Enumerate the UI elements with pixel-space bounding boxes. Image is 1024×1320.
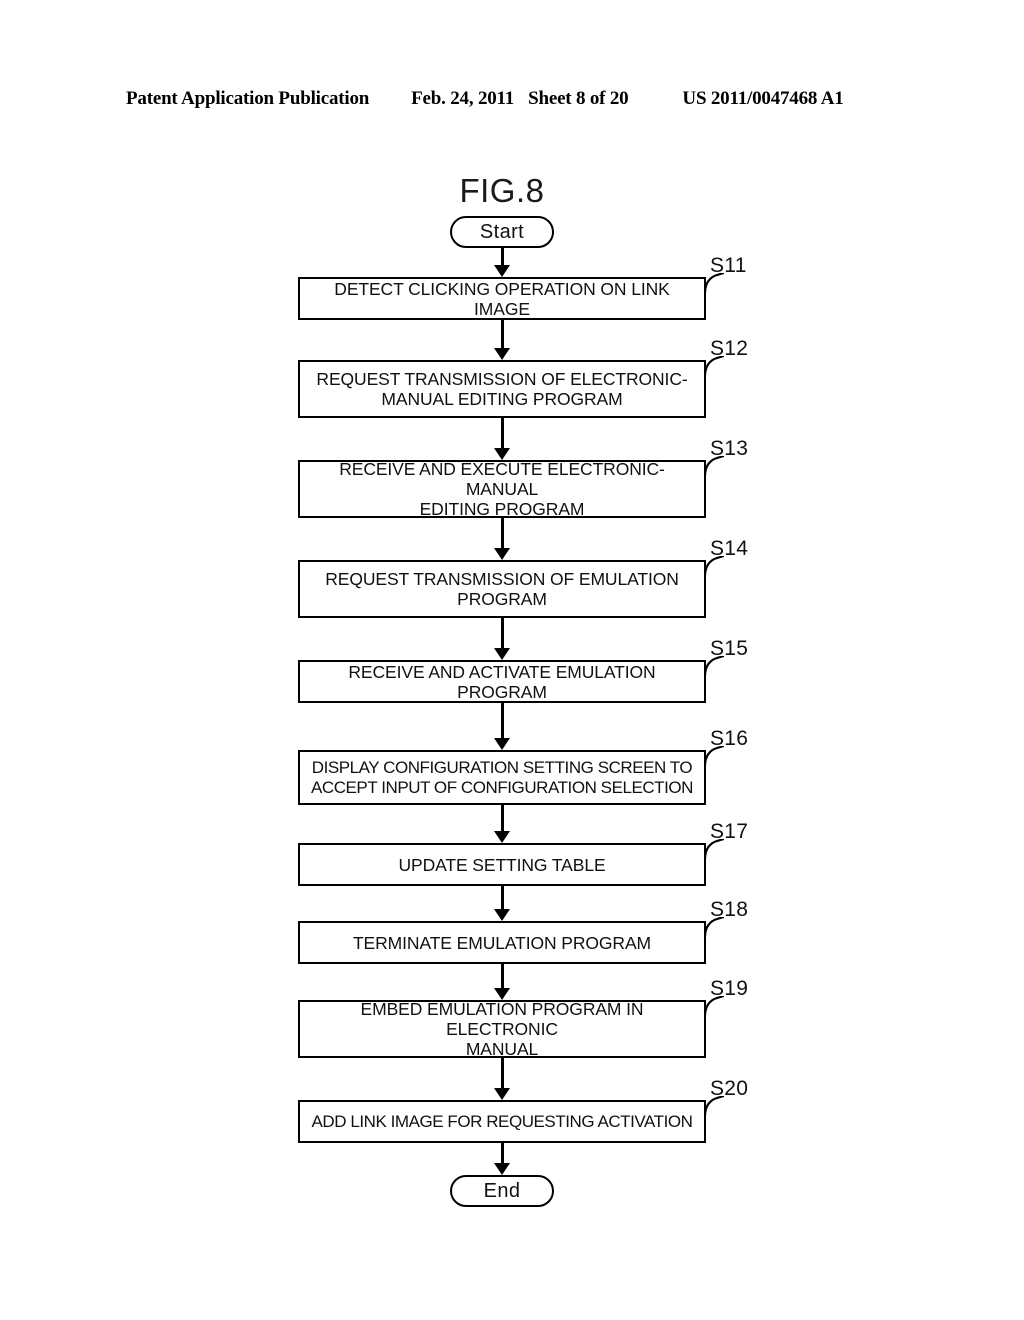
process-box-s20: ADD LINK IMAGE FOR REQUESTING ACTIVATION [298,1100,706,1143]
process-box-s19: EMBED EMULATION PROGRAM IN ELECTRONIC MAN… [298,999,706,1059]
connector-s14-arrowhead [494,648,510,660]
process-box-label: RECEIVE AND ACTIVATE EMULATION PROGRAM [348,661,656,702]
connector-s19 [501,1058,504,1090]
step-label-s14: S14 [710,537,749,560]
process-box-label: REQUEST TRANSMISSION OF EMULATION PROGRAM [325,569,679,609]
step-label-s12: S12 [710,337,749,360]
process-box-label: ADD LINK IMAGE FOR REQUESTING ACTIVATION [311,1111,693,1131]
connector-s11-arrowhead [494,348,510,360]
process-box-label: TERMINATE EMULATION PROGRAM [352,932,652,953]
connector-s19-arrowhead [494,1088,510,1100]
process-box-label: DETECT CLICKING OPERATION ON LINK IMAGE [334,278,670,319]
start-terminator: Start [450,216,554,248]
connector-s15 [501,703,504,740]
connector-s13 [501,518,504,550]
process-box-s14: REQUEST TRANSMISSION OF EMULATION PROGRAM [298,560,706,618]
connector-s14 [501,618,504,650]
connector-s17 [501,886,504,911]
process-box-label: EMBED EMULATION PROGRAM IN ELECTRONIC MAN… [360,999,644,1059]
step-label-s17: S17 [710,820,749,843]
process-box-s18: TERMINATE EMULATION PROGRAM [298,921,706,964]
connector-s20-arrowhead [494,1163,510,1175]
connector-s20 [501,1143,504,1165]
step-label-s18: S18 [710,898,749,921]
process-box-s13: RECEIVE AND EXECUTE ELECTRONIC-MANUAL EDI… [298,459,706,519]
connector-s16 [501,805,504,833]
step-label-s13: S13 [710,437,749,460]
step-label-s16: S16 [710,727,749,750]
connector-start-arrowhead [494,265,510,277]
connector-s17-arrowhead [494,909,510,921]
process-box-label: UPDATE SETTING TABLE [398,854,606,875]
process-box-s16: DISPLAY CONFIGURATION SETTING SCREEN TO A… [298,750,706,805]
step-label-s19: S19 [710,977,749,1000]
step-label-s15: S15 [710,637,749,660]
process-box-label: DISPLAY CONFIGURATION SETTING SCREEN TO A… [311,757,693,797]
process-box-s12: REQUEST TRANSMISSION OF ELECTRONIC- MANUA… [298,360,706,418]
process-box-label: RECEIVE AND EXECUTE ELECTRONIC-MANUAL EDI… [339,459,665,519]
end-terminator: End [450,1175,554,1207]
process-box-s17: UPDATE SETTING TABLE [298,843,706,886]
step-label-s20: S20 [710,1077,749,1100]
flowchart-diagram: Start DETECT CLICKING OPERATION ON LINK … [0,0,1024,1320]
connector-s16-arrowhead [494,831,510,843]
process-box-label: REQUEST TRANSMISSION OF ELECTRONIC- MANUA… [316,369,688,409]
process-box-s11: DETECT CLICKING OPERATION ON LINK IMAGE [298,277,706,320]
connector-s12 [501,418,504,450]
connector-s11 [501,320,504,350]
connector-s13-arrowhead [494,548,510,560]
connector-s18 [501,964,504,990]
connector-s15-arrowhead [494,738,510,750]
process-box-s15: RECEIVE AND ACTIVATE EMULATION PROGRAM [298,660,706,703]
step-label-s11: S11 [710,254,747,277]
